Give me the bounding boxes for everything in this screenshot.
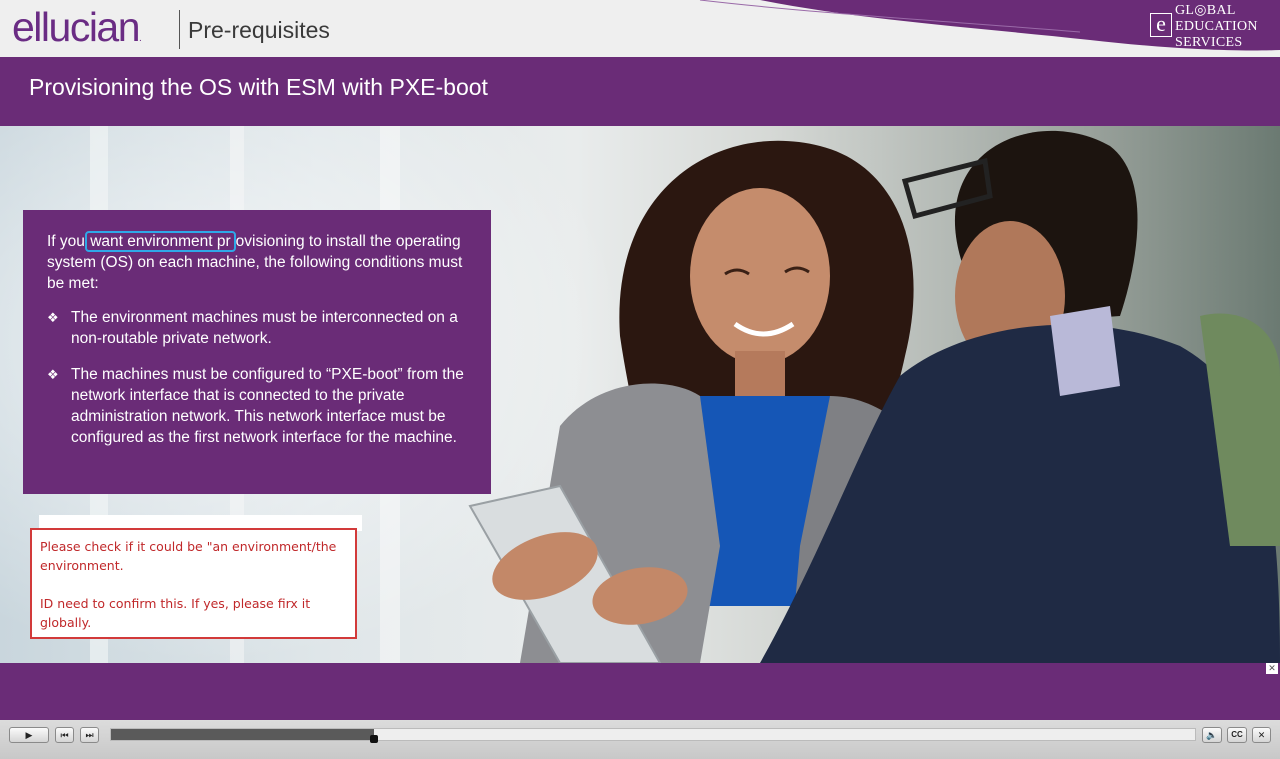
progress-bar[interactable] — [110, 728, 1196, 743]
header-divider — [179, 10, 180, 49]
play-button[interactable]: ▶ — [9, 727, 49, 743]
progress-fill — [111, 729, 374, 740]
badge-letter: e — [1150, 13, 1172, 37]
section-title: Pre-requisites — [188, 17, 330, 43]
close-player-button[interactable]: ✕ — [1252, 727, 1271, 743]
progress-scrubber[interactable] — [370, 735, 378, 743]
panel-close-icon[interactable]: ✕ — [1266, 663, 1278, 674]
ellucian-logo: ellucian. — [12, 4, 142, 50]
diamond-bullet-icon: ❖ — [47, 310, 59, 325]
volume-icon[interactable]: 🔈 — [1202, 727, 1222, 743]
slide-title: Provisioning the OS with ESM with PXE-bo… — [29, 74, 488, 100]
previous-slide-button[interactable]: ⏮ — [55, 727, 74, 743]
slide-footer-band — [0, 663, 1280, 720]
review-comment-text: Please check if it could be "an environm… — [40, 539, 337, 630]
diamond-bullet-icon: ❖ — [47, 367, 59, 382]
intro-paragraph: If you want environment pr ovisioning to … — [47, 231, 463, 292]
closed-captions-button[interactable]: CC — [1227, 727, 1247, 743]
global-education-services-logo: e GL◎BAL EDUCATION SERVICES — [1142, 3, 1278, 53]
next-slide-button[interactable]: ⏭ — [80, 727, 99, 743]
highlighted-phrase: want environment pr — [85, 231, 236, 252]
content-panel: If you want environment pr ovisioning to … — [23, 210, 491, 494]
review-comment-box[interactable]: Please check if it could be "an environm… — [30, 528, 357, 639]
header-bar: ellucian. Pre-requisites e GL◎BAL EDUCAT… — [0, 0, 1280, 57]
